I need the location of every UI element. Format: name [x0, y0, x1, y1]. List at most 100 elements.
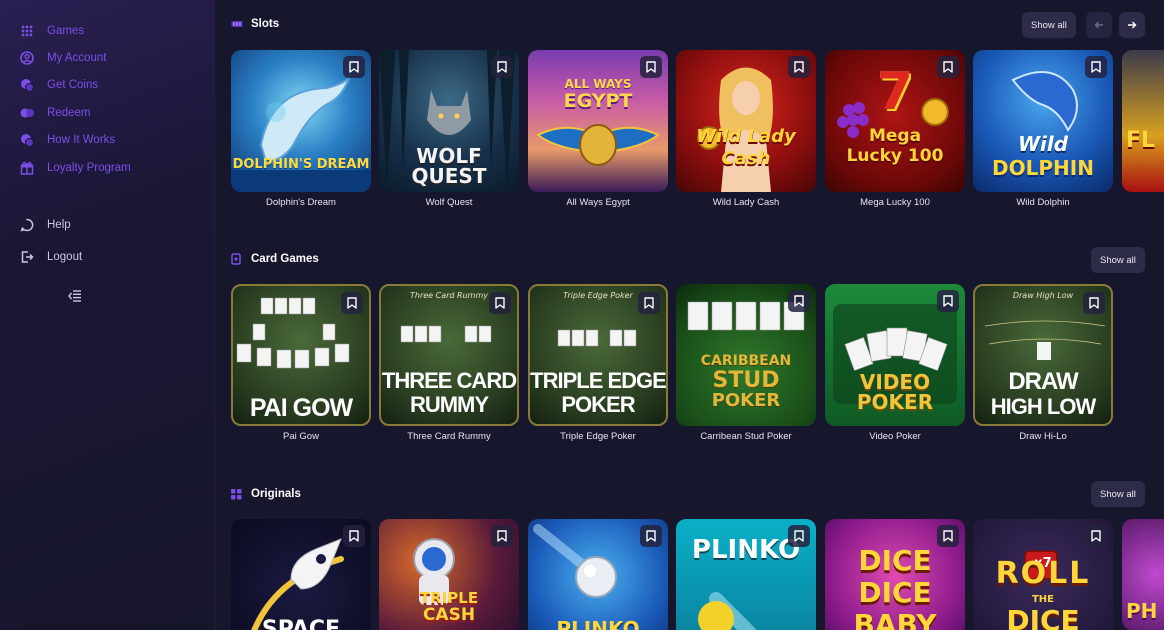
game-name: Dolphin's Dream — [266, 197, 336, 208]
game-card[interactable]: 7 Mega Lucky 100 Mega Lucky 100 — [825, 50, 965, 208]
game-art-title: TRIPLE — [419, 589, 479, 607]
game-art-title: HIGH LOW — [990, 394, 1096, 419]
game-card[interactable]: DOLPHIN'S DREAM Dolphin's Dream — [231, 50, 371, 208]
game-art-title: ALL WAYS — [564, 77, 632, 91]
slots-prev-button[interactable] — [1086, 12, 1112, 38]
bookmark-icon — [497, 530, 507, 542]
sidebar-item-how-it-works[interactable]: How It Works — [20, 130, 115, 150]
originals-show-all-button[interactable]: Show all — [1091, 481, 1145, 507]
game-name: Three Card Rummy — [407, 431, 491, 442]
game-card[interactable]: PLINKO — [676, 519, 816, 630]
bookmark-icon — [1091, 530, 1101, 542]
slot-machine-icon — [231, 18, 243, 30]
game-name: All Ways Egypt — [566, 197, 630, 208]
sidebar-item-games[interactable]: Games — [20, 21, 84, 41]
bookmark-button[interactable] — [491, 56, 513, 78]
game-card[interactable]: CARIBBEAN STUD POKER Carribean Stud Poke… — [676, 284, 816, 442]
game-name: Carribean Stud Poker — [700, 431, 792, 442]
game-art-title: DRAW — [1008, 368, 1078, 395]
bookmark-icon — [1089, 297, 1099, 309]
slots-next-button[interactable] — [1119, 12, 1145, 38]
game-card[interactable]: DICE DICE BABY — [825, 519, 965, 630]
game-thumbnail: SPACE — [231, 519, 371, 630]
sidebar-item-redeem[interactable]: Redeem — [20, 103, 90, 123]
game-art-title: VIDEO — [859, 370, 931, 394]
sidebar-item-get-coins[interactable]: Get Coins — [20, 75, 98, 95]
bookmark-icon — [943, 530, 953, 542]
game-card[interactable]: Draw High Low DRAW HIGH LOW Draw Hi-Lo — [973, 284, 1113, 442]
bookmark-button[interactable] — [343, 525, 365, 547]
game-card[interactable]: PLINKO — [528, 519, 668, 630]
game-art-title: SPACE — [261, 617, 341, 630]
game-card-partial[interactable]: FL — [1122, 50, 1164, 192]
game-art-title: PAI GOW — [249, 394, 353, 422]
game-name: Wild Dolphin — [1016, 197, 1070, 208]
game-card[interactable]: PAI GOW Pai Gow — [231, 284, 371, 442]
bookmark-button[interactable] — [937, 290, 959, 312]
game-name: Pai Gow — [283, 431, 319, 442]
bookmark-button[interactable] — [1085, 525, 1107, 547]
user-circle-icon — [20, 51, 34, 65]
sidebar-item-label: Logout — [47, 251, 83, 263]
bookmark-button[interactable] — [638, 292, 660, 314]
bookmark-button[interactable] — [491, 525, 513, 547]
game-art-title: FL — [1126, 128, 1156, 153]
game-name: Draw Hi-Lo — [1019, 431, 1067, 442]
bookmark-button[interactable] — [937, 525, 959, 547]
section-title: Slots — [251, 18, 280, 30]
bookmark-icon — [347, 297, 357, 309]
game-art-title: POKER — [711, 390, 781, 411]
bookmark-button[interactable] — [788, 290, 810, 312]
bookmark-button[interactable] — [343, 56, 365, 78]
section-title: Originals — [251, 488, 301, 500]
bookmark-icon — [349, 530, 359, 542]
game-art-title: PH — [1126, 599, 1158, 623]
sidebar-item-my-account[interactable]: My Account — [20, 48, 106, 68]
coins-icon — [20, 78, 34, 92]
bookmark-button[interactable] — [640, 56, 662, 78]
slots-header: Slots — [231, 14, 279, 34]
game-card[interactable]: TRIPLE CASH — [379, 519, 519, 630]
game-card[interactable]: x7 ROLL THE DICE — [973, 519, 1113, 630]
game-card[interactable]: Wild Lady Cash Wild Lady Cash — [676, 50, 816, 208]
game-thumbnail: WOLF QUEST — [379, 50, 519, 192]
arrow-right-icon — [1128, 21, 1137, 29]
game-art-title: DICE — [858, 544, 932, 577]
originals-header: Originals — [231, 484, 301, 504]
game-card[interactable]: Three Card Rummy THREE CARD RUMMY Three … — [379, 284, 519, 442]
sidebar-item-label: Redeem — [47, 107, 91, 119]
sidebar-item-logout[interactable]: Logout — [20, 247, 82, 267]
game-thumbnail: PLINKO — [676, 519, 816, 630]
game-art-title: Cash — [721, 148, 771, 169]
sidebar-item-label: Loyalty Program — [47, 162, 131, 174]
bookmark-icon — [794, 295, 804, 307]
gift-icon — [20, 161, 34, 175]
game-card-partial[interactable]: PH — [1122, 519, 1164, 630]
bookmark-icon — [646, 530, 656, 542]
sidebar-item-loyalty-program[interactable]: Loyalty Program — [20, 158, 131, 178]
bookmark-button[interactable] — [489, 292, 511, 314]
game-card[interactable]: ALL WAYS EGYPT All Ways Egypt — [528, 50, 668, 208]
game-card[interactable]: WOLF QUEST Wolf Quest — [379, 50, 519, 208]
game-card[interactable]: VIDEO POKER Video Poker — [825, 284, 965, 442]
bookmark-button[interactable] — [1083, 292, 1105, 314]
game-card[interactable]: SPACE — [231, 519, 371, 630]
card-games-show-all-button[interactable]: Show all — [1091, 247, 1145, 273]
sidebar-item-help[interactable]: Help — [20, 215, 71, 235]
game-art-title: Wild Lady — [696, 126, 796, 147]
game-card[interactable]: Triple Edge Poker TRIPLE EDGE POKER Trip… — [528, 284, 668, 442]
bookmark-button[interactable] — [788, 525, 810, 547]
game-art-title: DOLPHIN'S DREAM — [232, 157, 370, 172]
game-art-title: Wild — [1017, 132, 1069, 156]
collapse-sidebar-icon[interactable] — [68, 289, 82, 302]
bookmark-button[interactable] — [341, 292, 363, 314]
bookmark-button[interactable] — [1085, 56, 1107, 78]
bookmark-button[interactable] — [788, 56, 810, 78]
bookmark-button[interactable] — [640, 525, 662, 547]
game-art-title: DICE — [1006, 604, 1080, 630]
bookmark-button[interactable] — [937, 56, 959, 78]
slots-show-all-button[interactable]: Show all — [1022, 12, 1076, 38]
sidebar-item-label: Games — [47, 25, 85, 37]
game-card[interactable]: Wild DOLPHIN Wild Dolphin — [973, 50, 1113, 208]
game-art-title: TRIPLE EDGE — [530, 368, 666, 393]
